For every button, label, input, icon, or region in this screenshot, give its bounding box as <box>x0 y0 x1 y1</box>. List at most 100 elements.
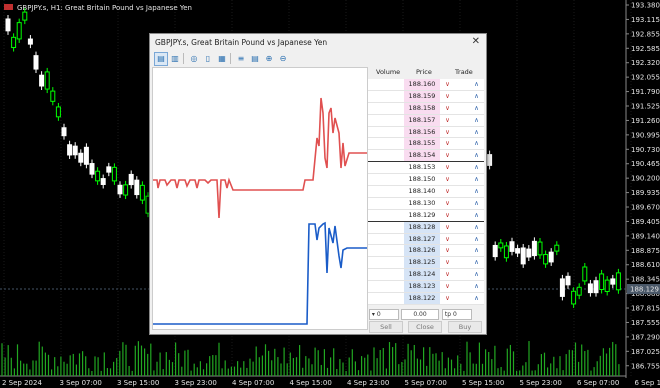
ladder-price[interactable]: 188.128 <box>404 221 440 233</box>
sell-arrow-icon[interactable]: ∨ <box>443 199 452 208</box>
sell-arrow-icon[interactable]: ∨ <box>443 116 452 125</box>
sell-arrow-icon[interactable]: ∨ <box>443 187 452 196</box>
ladder-price[interactable]: 188.124 <box>404 269 440 281</box>
buy-arrow-icon[interactable]: ∧ <box>472 211 481 220</box>
buy-arrow-icon[interactable]: ∧ <box>472 223 481 232</box>
dom-toolbar: ▤ ▥ ◎ ▯ ▦ ≡ ▤ ⊕ ⊖ <box>152 52 482 66</box>
price-field[interactable]: 0.00 <box>401 309 439 320</box>
sell-arrow-icon[interactable]: ∨ <box>443 270 452 279</box>
ladder-row: 188.160 ∨ ∧ <box>368 79 484 91</box>
bars-icon[interactable]: ≡ <box>234 52 248 66</box>
buy-arrow-icon[interactable]: ∧ <box>472 246 481 255</box>
sell-button[interactable]: Sell <box>369 321 403 333</box>
ladder-price[interactable]: 188.160 <box>404 79 440 90</box>
ladder-price[interactable]: 188.130 <box>404 198 440 209</box>
ladder-price[interactable]: 188.127 <box>404 233 440 245</box>
ladder-row: 188.154 ∨ ∧ <box>368 150 484 163</box>
ladder-price[interactable]: 188.129 <box>404 210 440 221</box>
depth-of-market-window[interactable]: GBPJPY.s, Great Britain Pound vs Japanes… <box>149 33 487 335</box>
time-axis-label: 4 Sep 15:00 <box>290 379 332 387</box>
ladder-price[interactable]: 188.153 <box>404 162 440 173</box>
candle-body <box>554 244 560 252</box>
sell-arrow-icon[interactable]: ∨ <box>443 104 452 113</box>
ladder-price[interactable]: 188.156 <box>404 126 440 138</box>
levels-icon[interactable]: ▤ <box>248 52 262 66</box>
close-icon[interactable]: ✕ <box>472 36 480 47</box>
ladder-icon[interactable]: ▥ <box>168 52 182 66</box>
buy-arrow-icon[interactable]: ∧ <box>472 92 481 101</box>
buy-arrow-icon[interactable]: ∧ <box>472 139 481 148</box>
price-axis-label: 193.115 <box>631 16 660 24</box>
ladder-price[interactable]: 188.122 <box>404 293 440 304</box>
ladder-row: 188.130 ∨ ∧ <box>368 197 484 210</box>
order-panel: ▾ 0 0.00 tp 0 Sell Close Buy <box>368 308 484 333</box>
price-axis-label: 191.260 <box>631 117 660 125</box>
hide-icon[interactable]: ◎ <box>187 52 201 66</box>
ladder-price[interactable]: 188.159 <box>404 90 440 102</box>
buy-arrow-icon[interactable]: ∧ <box>472 104 481 113</box>
sell-arrow-icon[interactable]: ∨ <box>443 294 452 303</box>
sell-arrow-icon[interactable]: ∨ <box>443 223 452 232</box>
buy-arrow-icon[interactable]: ∧ <box>472 282 481 291</box>
sell-arrow-icon[interactable]: ∨ <box>443 80 452 89</box>
filter-icon[interactable]: ▦ <box>215 52 229 66</box>
sell-arrow-icon[interactable]: ∨ <box>443 151 452 160</box>
tick-chart[interactable] <box>152 67 368 330</box>
sell-arrow-icon[interactable]: ∨ <box>443 258 452 267</box>
sell-arrow-icon[interactable]: ∨ <box>443 128 452 137</box>
buy-arrow-icon[interactable]: ∧ <box>472 151 481 160</box>
ladder-price[interactable]: 188.157 <box>404 114 440 126</box>
ladder-price[interactable]: 188.150 <box>404 174 440 185</box>
chart-icon[interactable]: ▤ <box>154 52 168 66</box>
price-axis: 193.380 193.115 192.855 192.585 192.320 192.0… <box>626 2 660 370</box>
ladder-price[interactable]: 188.158 <box>404 102 440 114</box>
candle-body <box>50 90 56 102</box>
ladder-price[interactable]: 188.123 <box>404 281 440 293</box>
buy-arrow-icon[interactable]: ∧ <box>472 199 481 208</box>
volume-header: Volume <box>376 68 401 76</box>
candle-body <box>39 74 45 87</box>
candle-body <box>559 278 565 297</box>
volume-bars <box>1 341 620 376</box>
buy-arrow-icon[interactable]: ∧ <box>472 128 481 137</box>
candle-body <box>128 173 134 186</box>
sell-arrow-icon[interactable]: ∨ <box>443 235 452 244</box>
sell-arrow-icon[interactable]: ∨ <box>443 163 452 172</box>
sell-arrow-icon[interactable]: ∨ <box>443 246 452 255</box>
zoom-in-icon[interactable]: ⊕ <box>262 52 276 66</box>
sell-arrow-icon[interactable]: ∨ <box>443 92 452 101</box>
buy-arrow-icon[interactable]: ∧ <box>472 294 481 303</box>
buy-arrow-icon[interactable]: ∧ <box>472 187 481 196</box>
candle-body <box>11 36 17 49</box>
ladder-price[interactable]: 188.154 <box>404 150 440 162</box>
ladder-price[interactable]: 188.125 <box>404 257 440 269</box>
close-button[interactable]: Close <box>408 321 442 333</box>
buy-arrow-icon[interactable]: ∧ <box>472 270 481 279</box>
price-axis-label: 188.610 <box>631 261 660 269</box>
buy-arrow-icon[interactable]: ∧ <box>472 116 481 125</box>
buy-arrow-icon[interactable]: ∧ <box>472 80 481 89</box>
buy-arrow-icon[interactable]: ∧ <box>472 163 481 172</box>
sell-arrow-icon[interactable]: ∨ <box>443 211 452 220</box>
columns-icon[interactable]: ▯ <box>201 52 215 66</box>
buy-button[interactable]: Buy <box>448 321 482 333</box>
time-axis-label: 6 Sep 15:00 <box>635 379 660 387</box>
candle-body <box>55 106 61 118</box>
buy-arrow-icon[interactable]: ∧ <box>472 235 481 244</box>
buy-arrow-icon[interactable]: ∧ <box>472 175 481 184</box>
price-axis-label: 191.525 <box>631 103 660 111</box>
buy-arrow-icon[interactable]: ∧ <box>472 258 481 267</box>
price-axis-label: 192.585 <box>631 45 660 53</box>
ladder-price[interactable]: 188.155 <box>404 138 440 150</box>
ladder-row: 188.159 ∨ ∧ <box>368 90 484 103</box>
sell-arrow-icon[interactable]: ∨ <box>443 175 452 184</box>
sell-arrow-icon[interactable]: ∨ <box>443 282 452 291</box>
candle-body <box>515 248 521 254</box>
ladder-price[interactable]: 188.140 <box>404 186 440 197</box>
ladder-price[interactable]: 188.126 <box>404 245 440 257</box>
sell-arrow-icon[interactable]: ∨ <box>443 139 452 148</box>
volume-field[interactable]: ▾ 0 <box>369 309 399 320</box>
ladder-row: 188.150 ∨ ∧ <box>368 174 484 187</box>
take-profit-field[interactable]: tp 0 <box>442 309 472 320</box>
zoom-out-icon[interactable]: ⊖ <box>276 52 290 66</box>
